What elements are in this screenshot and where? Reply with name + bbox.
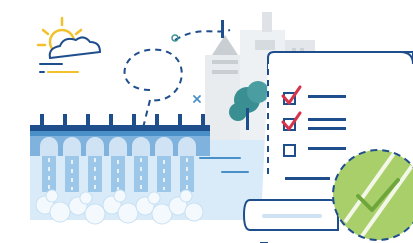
environmental-compliance-illustration — [0, 0, 413, 243]
cross-sparkle-icon — [193, 95, 201, 103]
checkbox-empty-icon — [283, 144, 296, 157]
checklist-line — [308, 118, 346, 121]
checklist-line — [308, 147, 346, 150]
checklist-line — [285, 177, 330, 180]
checklist-line — [308, 127, 346, 130]
checklist-line — [308, 95, 346, 98]
